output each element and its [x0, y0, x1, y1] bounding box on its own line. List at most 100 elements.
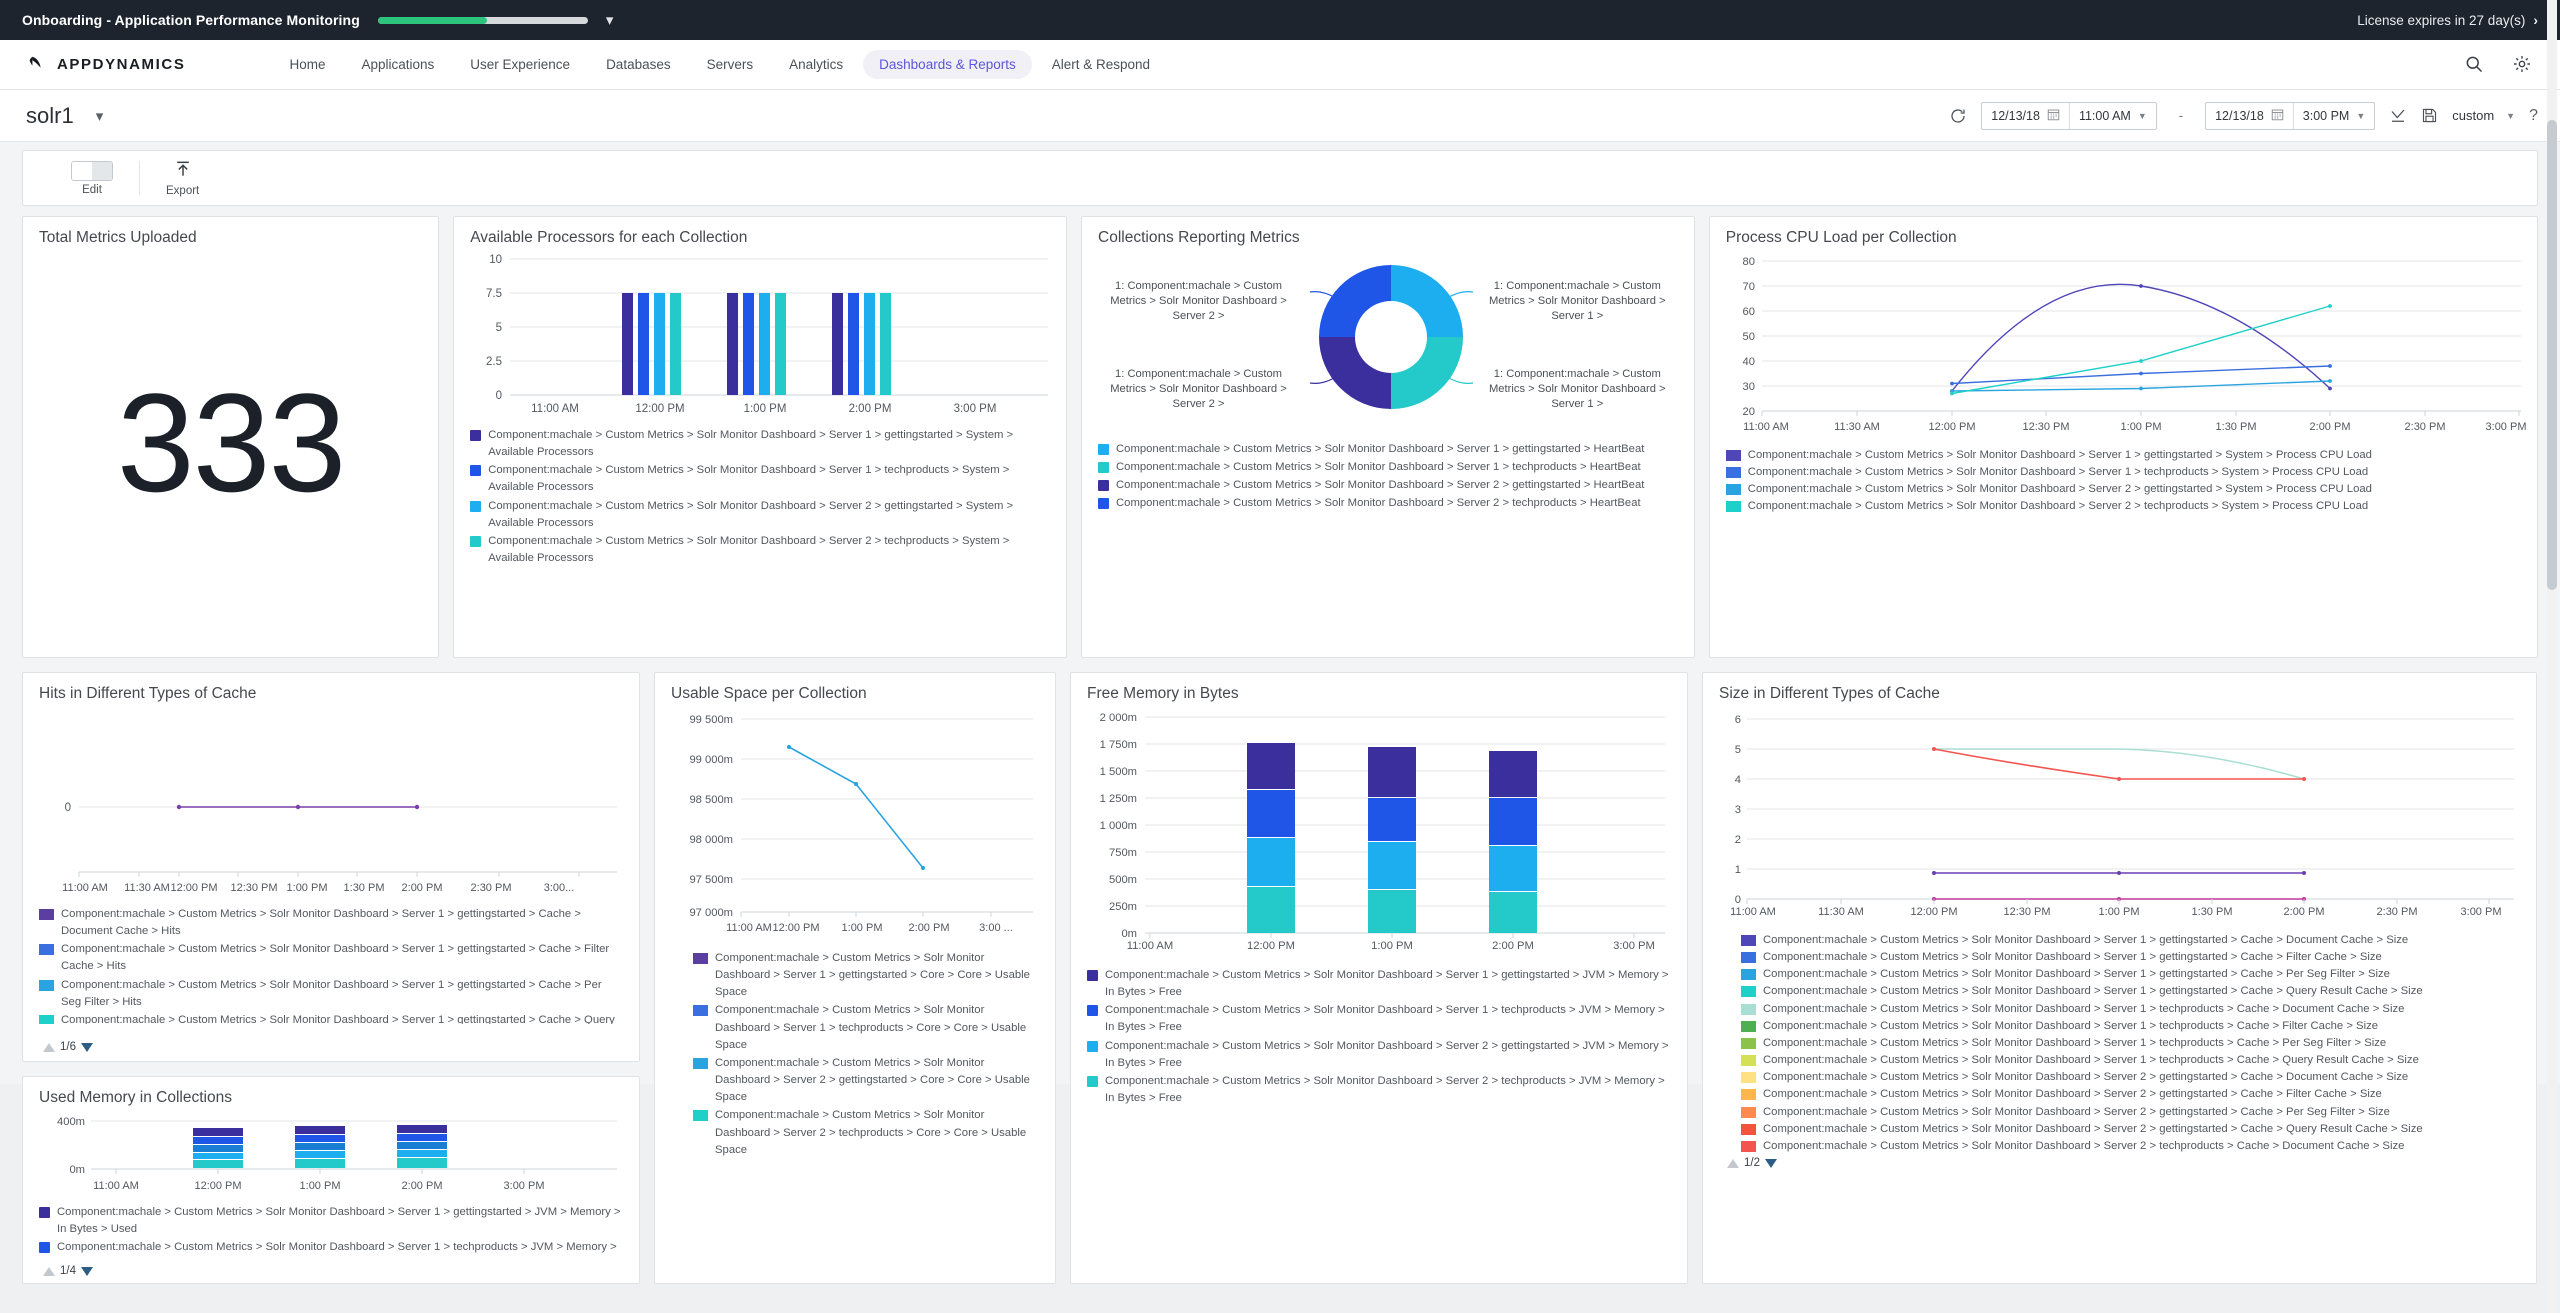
legend-item[interactable]: Component:machale > Custom Metrics > Sol…	[39, 1204, 623, 1238]
nav-item-databases[interactable]: Databases	[590, 50, 687, 79]
widget-size-in-cache[interactable]: Size in Different Types of Cache 6 5 4 3 2 1…	[1702, 672, 2537, 1284]
widget-process-cpu-load[interactable]: Process CPU Load per Collection 80 70 60 5…	[1708, 216, 2538, 658]
widget-title: Total Metrics Uploaded	[39, 229, 197, 246]
legend-item[interactable]: Component:machale > Custom Metrics > Sol…	[1741, 1138, 2520, 1155]
legend-item[interactable]: Component:machale > Custom Metrics > Sol…	[1087, 967, 1671, 1001]
nav-item-home[interactable]: Home	[273, 50, 341, 79]
time-range-picker[interactable]: 12/13/18 11:00 AM ▼	[1981, 101, 2157, 130]
legend-item[interactable]: Component:machale > Custom Metrics > Sol…	[693, 1002, 1039, 1053]
chevron-down-icon[interactable]: ▼	[2356, 111, 2365, 121]
legend-item[interactable]: Component:machale > Custom Metrics > Sol…	[470, 462, 1050, 496]
time-range-preset-select[interactable]: custom ▼	[2452, 108, 2515, 123]
legend-swatch	[470, 500, 482, 512]
legend-item[interactable]: Component:machale > Custom Metrics > Sol…	[1087, 1002, 1671, 1036]
svg-text:11:00 AM: 11:00 AM	[62, 882, 108, 894]
pager-up-icon[interactable]	[43, 1266, 55, 1276]
calendar-icon[interactable]	[2271, 108, 2284, 124]
widget-used-memory-in-collections[interactable]: Used Memory in Collections 400m 0m 11:00…	[22, 1076, 640, 1284]
legend-item[interactable]: Component:machale > Custom Metrics > Sol…	[1741, 1121, 2520, 1138]
pager-down-icon[interactable]	[81, 1042, 93, 1052]
refresh-icon[interactable]	[1949, 107, 1967, 125]
nav-item-analytics[interactable]: Analytics	[773, 50, 859, 79]
pager-up-icon[interactable]	[43, 1042, 55, 1052]
pager-down-icon[interactable]	[1765, 1158, 1777, 1168]
legend-item[interactable]: Component:machale > Custom Metrics > Sol…	[39, 1012, 623, 1024]
start-time-field[interactable]: 11:00 AM ▼	[2070, 103, 2156, 129]
hits-cache-pager[interactable]: 1/6	[43, 1041, 93, 1053]
legend-item[interactable]: Component:machale > Custom Metrics > Sol…	[1098, 495, 1678, 512]
legend-item[interactable]: Component:machale > Custom Metrics > Sol…	[1725, 481, 2521, 498]
legend-item[interactable]: Component:machale > Custom Metrics > Sol…	[1725, 464, 2521, 481]
legend-item[interactable]: Component:machale > Custom Metrics > Sol…	[1741, 983, 2520, 1000]
end-time-range-picker[interactable]: 12/13/18 3:00 PM ▼	[2205, 101, 2376, 130]
legend-item[interactable]: Component:machale > Custom Metrics > Sol…	[1741, 1069, 2520, 1086]
start-date-field[interactable]: 12/13/18	[1982, 102, 2070, 129]
legend-item[interactable]: Component:machale > Custom Metrics > Sol…	[39, 941, 623, 975]
legend-item[interactable]: Component:machale > Custom Metrics > Sol…	[693, 950, 1039, 1001]
legend-item[interactable]: Component:machale > Custom Metrics > Sol…	[1741, 1035, 2520, 1052]
nav-item-user-experience[interactable]: User Experience	[454, 50, 586, 79]
legend-item[interactable]: Component:machale > Custom Metrics > Sol…	[39, 977, 623, 1011]
appdynamics-logo[interactable]: APPDYNAMICS	[26, 54, 185, 76]
export-button[interactable]: Export	[140, 159, 225, 197]
legend-item[interactable]: Component:machale > Custom Metrics > Sol…	[1098, 441, 1678, 458]
edit-toggle[interactable]: Edit	[45, 160, 139, 196]
save-disk-icon[interactable]	[2421, 107, 2438, 124]
legend-item[interactable]: Component:machale > Custom Metrics > Sol…	[470, 533, 1050, 567]
pager-down-icon[interactable]	[81, 1266, 93, 1276]
used-memory-pager[interactable]: 1/4	[43, 1263, 93, 1277]
legend-item[interactable]: Component:machale > Custom Metrics > Sol…	[470, 427, 1050, 461]
gear-icon[interactable]	[2512, 54, 2534, 76]
chevron-down-icon[interactable]: ▼	[2138, 111, 2147, 121]
legend-item[interactable]: Component:machale > Custom Metrics > Sol…	[693, 1107, 1039, 1158]
pager-up-icon[interactable]	[1727, 1158, 1739, 1168]
legend-item[interactable]: Component:machale > Custom Metrics > Sol…	[1087, 1038, 1671, 1072]
question-mark-icon[interactable]: ?	[2529, 107, 2538, 125]
legend-label: Component:machale > Custom Metrics > Sol…	[1116, 497, 1641, 510]
legend-item[interactable]: Component:machale > Custom Metrics > Sol…	[1741, 966, 2520, 983]
chevron-down-icon[interactable]: ▾	[606, 11, 614, 29]
legend-label: Component:machale > Custom Metrics > Sol…	[1763, 968, 2390, 981]
search-icon[interactable]	[2464, 54, 2486, 76]
nav-item-applications[interactable]: Applications	[345, 50, 450, 79]
nav-item-servers[interactable]: Servers	[691, 50, 770, 79]
hits-cache-chart: 0 11:00 AM 11:30 AM 12:00 PM 12:30 PM 1:00 …	[39, 707, 623, 900]
legend-item[interactable]: Component:machale > Custom Metrics > Sol…	[1741, 1086, 2520, 1103]
svg-text:1:00 PM: 1:00 PM	[1371, 940, 1413, 952]
license-notice[interactable]: License expires in 27 day(s) ›	[2357, 12, 2538, 28]
widget-usable-space[interactable]: Usable Space per Collection 99 500m 99 00…	[654, 672, 1056, 1284]
nav-item-alert-respond[interactable]: Alert & Respond	[1036, 50, 1166, 79]
legend-item[interactable]: Component:machale > Custom Metrics > Sol…	[1087, 1073, 1671, 1107]
widget-collections-reporting-metrics[interactable]: Collections Reporting Metrics 1: Compone…	[1081, 216, 1695, 658]
dashboard-selector-chevron-down-icon[interactable]: ▾	[96, 107, 104, 125]
check-underline-icon[interactable]	[2389, 107, 2407, 125]
end-date-field[interactable]: 12/13/18	[2206, 102, 2294, 129]
legend-item[interactable]: Component:machale > Custom Metrics > Sol…	[1725, 498, 2521, 515]
legend-item[interactable]: Component:machale > Custom Metrics > Sol…	[39, 1239, 623, 1256]
page-scrollbar-thumb[interactable]	[2547, 120, 2557, 590]
widget-available-processors[interactable]: Available Processors for each Collection…	[453, 216, 1067, 658]
legend-item[interactable]: Component:machale > Custom Metrics > Sol…	[1741, 1001, 2520, 1018]
legend-item[interactable]: Component:machale > Custom Metrics > Sol…	[39, 906, 623, 940]
widget-free-memory-in-bytes[interactable]: Free Memory in Bytes 2 000m 1 750m 1 500m …	[1070, 672, 1688, 1284]
calendar-icon[interactable]	[2047, 108, 2060, 124]
widget-total-metrics-uploaded[interactable]: Total Metrics Uploaded 333	[22, 216, 440, 658]
nav-item-dashboards-reports[interactable]: Dashboards & Reports	[863, 50, 1032, 79]
edit-switch-icon[interactable]	[71, 160, 113, 181]
legend-item[interactable]: Component:machale > Custom Metrics > Sol…	[1741, 932, 2520, 949]
legend-item[interactable]: Component:machale > Custom Metrics > Sol…	[1741, 1052, 2520, 1069]
legend-item[interactable]: Component:machale > Custom Metrics > Sol…	[1098, 477, 1678, 494]
legend-label: Component:machale > Custom Metrics > Sol…	[715, 1004, 1027, 1051]
legend-item[interactable]: Component:machale > Custom Metrics > Sol…	[1098, 459, 1678, 476]
legend-item[interactable]: Component:machale > Custom Metrics > Sol…	[693, 1055, 1039, 1106]
end-time-field[interactable]: 3:00 PM ▼	[2294, 103, 2374, 129]
size-cache-pager[interactable]: 1/2	[1727, 1157, 2520, 1169]
legend-item[interactable]: Component:machale > Custom Metrics > Sol…	[1725, 447, 2521, 464]
legend-item[interactable]: Component:machale > Custom Metrics > Sol…	[470, 498, 1050, 532]
free-memory-chart: 2 000m 1 750m 1 500m 1 250m 1 000m 750m 500m…	[1087, 707, 1671, 955]
legend-item[interactable]: Component:machale > Custom Metrics > Sol…	[1741, 1104, 2520, 1121]
legend-item[interactable]: Component:machale > Custom Metrics > Sol…	[1741, 949, 2520, 966]
legend-label: Component:machale > Custom Metrics > Sol…	[57, 1206, 621, 1236]
widget-hits-in-cache[interactable]: Hits in Different Types of Cache 0 11:00…	[22, 672, 640, 1062]
legend-item[interactable]: Component:machale > Custom Metrics > Sol…	[1741, 1018, 2520, 1035]
